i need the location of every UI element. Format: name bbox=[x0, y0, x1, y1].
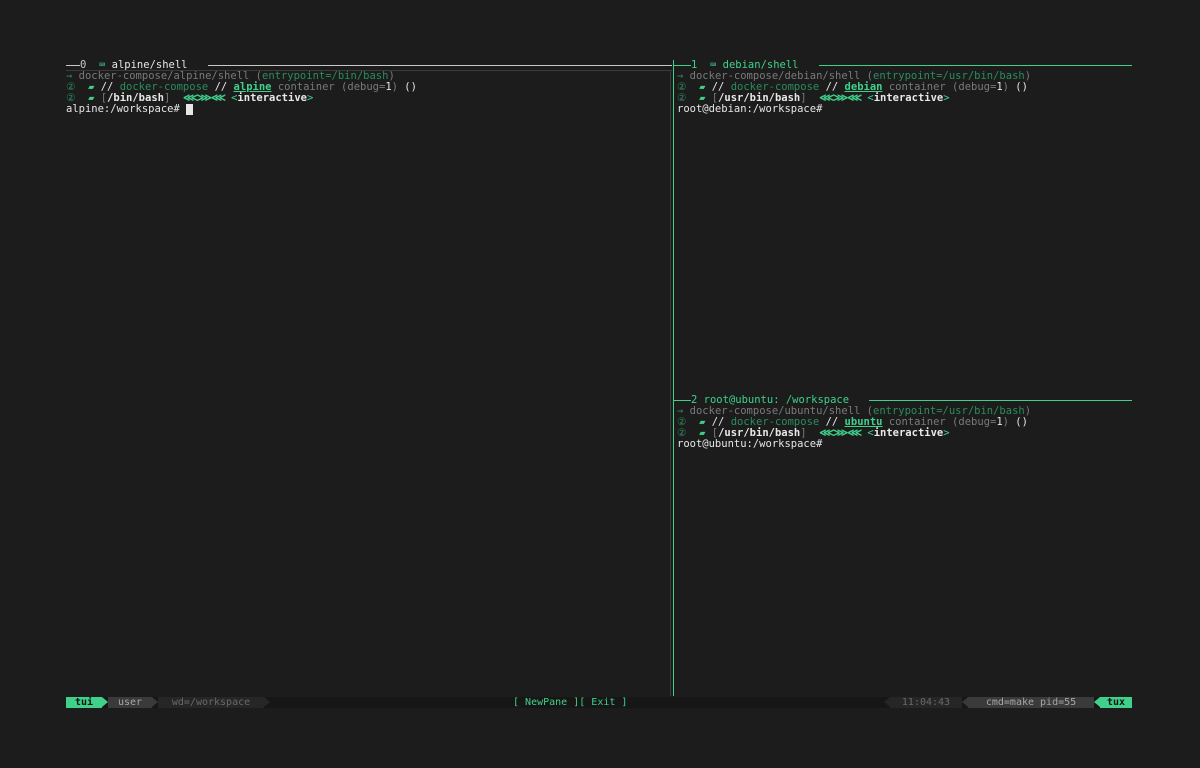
pane-border-top bbox=[66, 65, 80, 66]
debug-label: debug= bbox=[347, 81, 386, 93]
host-name: tux bbox=[1106, 697, 1126, 708]
mode: interactive bbox=[873, 92, 944, 104]
mode: interactive bbox=[873, 427, 944, 439]
cmd-segment: cmd=make pid=55 bbox=[968, 697, 1094, 708]
host-segment: tux bbox=[1100, 697, 1132, 708]
segment-arrow-icon bbox=[264, 697, 270, 707]
working-directory: wd=/workspace bbox=[171, 697, 251, 708]
text-cursor bbox=[186, 104, 194, 115]
command-info: cmd=make pid=55 bbox=[985, 697, 1077, 708]
mode: interactive bbox=[237, 92, 307, 104]
center-actions: [ NewPane ][ Exit ] bbox=[513, 697, 628, 708]
user-name: user bbox=[117, 697, 143, 708]
debug-label: debug= bbox=[958, 416, 997, 428]
double-arrow-icon: ⋘⋙⋘ bbox=[182, 92, 226, 104]
pane-border-top-right bbox=[869, 400, 1132, 401]
debug-label: debug= bbox=[958, 81, 997, 93]
prompt-text: root@ubuntu:/workspace# bbox=[677, 438, 823, 450]
clock: 11:04:43 bbox=[901, 697, 951, 708]
pane-border-top bbox=[674, 400, 691, 401]
shell-prompt[interactable]: alpine:/workspace# bbox=[66, 103, 194, 115]
empty-args: () bbox=[1015, 81, 1028, 93]
session-segment[interactable]: tui bbox=[66, 697, 102, 708]
shell-prompt[interactable]: root@debian:/workspace# bbox=[677, 104, 822, 115]
pane-border-top-right bbox=[208, 65, 672, 66]
shell-prompt[interactable]: root@ubuntu:/workspace# bbox=[677, 439, 822, 450]
pane-border-top bbox=[674, 65, 691, 66]
wd-segment: wd=/workspace bbox=[158, 697, 264, 708]
double-arrow-icon: ⋘⋙⋘ bbox=[819, 427, 862, 439]
pane-border-top-right bbox=[819, 65, 1132, 66]
double-arrow-icon: ⋘⋙⋘ bbox=[819, 92, 862, 104]
prompt-text: root@debian:/workspace# bbox=[677, 103, 823, 115]
new-pane-button[interactable]: NewPane bbox=[525, 697, 567, 708]
status-bar: tui user wd=/workspace [ NewPane ][ Exit… bbox=[66, 697, 1132, 708]
session-name: tui bbox=[74, 697, 94, 708]
pane-divider-vertical[interactable] bbox=[673, 60, 674, 696]
empty-args: () bbox=[1015, 416, 1028, 428]
exit-button[interactable]: Exit bbox=[591, 697, 615, 708]
empty-args: () bbox=[404, 81, 417, 93]
time-segment: 11:04:43 bbox=[890, 697, 962, 708]
prompt-text: alpine:/workspace# bbox=[66, 103, 180, 115]
user-segment: user bbox=[108, 697, 152, 708]
pane-border-right-inner bbox=[670, 70, 671, 696]
